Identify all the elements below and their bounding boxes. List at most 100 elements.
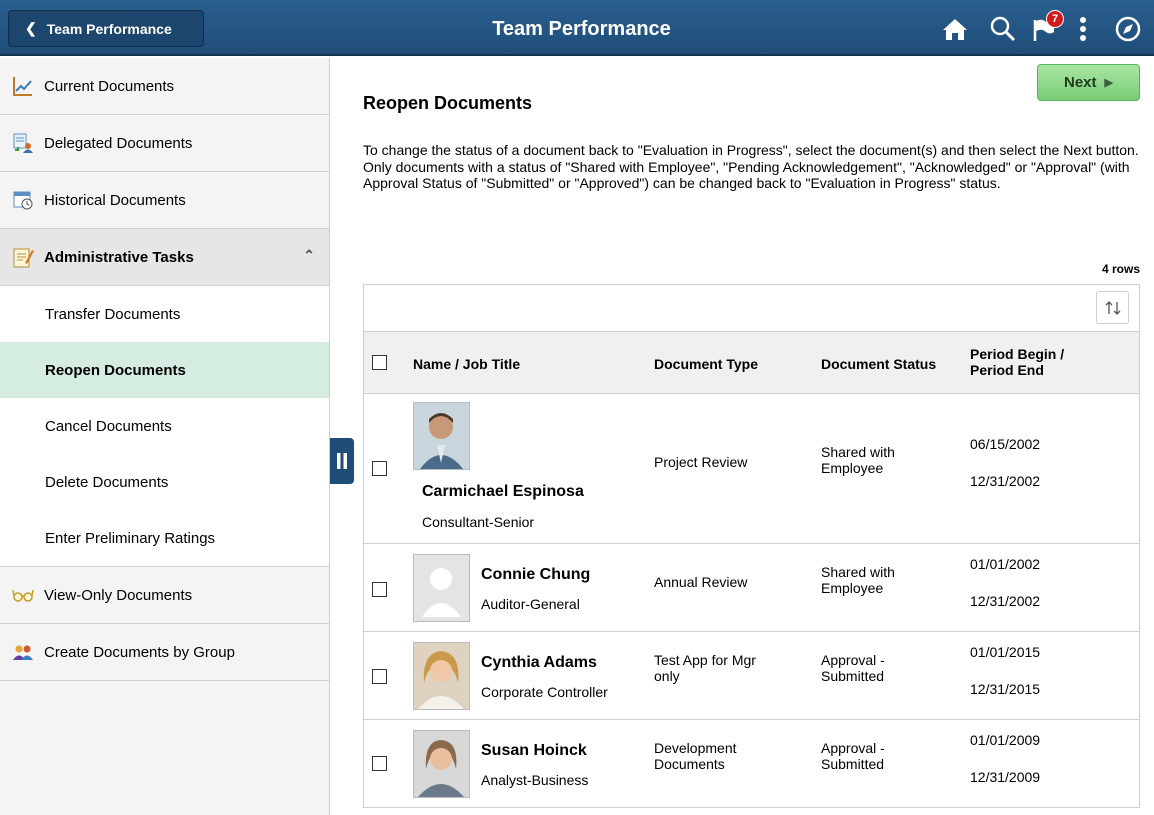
nav-delegated-documents[interactable]: Delegated Documents (0, 115, 329, 172)
sort-arrows-icon (1105, 300, 1120, 315)
search-icon[interactable] (988, 14, 1018, 44)
row-checkbox[interactable] (372, 461, 387, 476)
row-checkbox[interactable] (372, 669, 387, 684)
delegate-icon (12, 132, 34, 154)
document-status: Approval - Submitted (821, 740, 885, 772)
table-row[interactable]: Cynthia Adams Corporate Controller Test … (364, 632, 1139, 720)
employee-name: Connie Chung (481, 566, 591, 583)
period-begin: 01/01/2009 (970, 732, 1041, 748)
employee-name: Carmichael Espinosa (422, 483, 584, 500)
chart-line-icon (12, 75, 34, 97)
chevron-left-icon: ❮ (25, 20, 37, 36)
period-begin: 01/01/2002 (970, 556, 1041, 572)
document-type: Test App for Mgr only (654, 652, 756, 684)
period-end: 12/31/2009 (970, 769, 1041, 785)
status-line-1: Shared with (821, 564, 895, 580)
group-icon (12, 641, 34, 663)
page-title: Reopen Documents (363, 93, 533, 113)
status-line-2: Submitted (821, 756, 885, 772)
document-status: Shared with Employee (821, 564, 895, 596)
column-header-name[interactable]: Name / Job Title (413, 356, 520, 372)
left-navigation-panel: Current Documents Delegated Documents Hi… (0, 58, 330, 815)
actions-menu-icon[interactable] (1068, 14, 1098, 44)
nav-reopen-documents[interactable]: Reopen Documents (0, 342, 329, 398)
column-header-period[interactable]: Period Begin / Period End (970, 346, 1064, 378)
type-line-2: Documents (654, 756, 725, 772)
collapse-panel-handle[interactable] (330, 438, 354, 484)
calendar-clock-icon (12, 189, 34, 211)
document-status: Approval - Submitted (821, 652, 885, 684)
notifications-flag-icon[interactable]: 7 (1030, 10, 1064, 44)
status-line-1: Approval - (821, 652, 885, 668)
documents-grid: Name / Job Title Document Type Document … (363, 284, 1140, 808)
nav-cancel-documents[interactable]: Cancel Documents (0, 398, 329, 454)
job-title: Corporate Controller (481, 684, 608, 700)
grid-toolbar (364, 285, 1139, 332)
column-header-status[interactable]: Document Status (821, 356, 936, 372)
instructions-line-2: Only documents with a status of "Shared … (363, 158, 1130, 192)
employee-photo-placeholder (413, 554, 470, 622)
nav-create-documents-by-group[interactable]: Create Documents by Group (0, 624, 329, 681)
caret-right-icon: ▶ (1104, 77, 1113, 89)
table-row[interactable]: Carmichael Espinosa Consultant-Senior Pr… (364, 394, 1139, 544)
employee-photo (413, 642, 470, 710)
page-header-title: Team Performance (492, 18, 671, 40)
instructions-line-1: To change the status of a document back … (363, 142, 1139, 158)
document-type: Project Review (654, 454, 748, 470)
status-line-1: Shared with (821, 444, 895, 460)
nav-group-label: Administrative Tasks (44, 248, 194, 266)
period-header-line-2: Period End (970, 362, 1044, 378)
nav-label: Historical Documents (44, 191, 186, 209)
top-banner: ❮ Team Performance Team Performance 7 (0, 0, 1154, 56)
employee-photo (413, 730, 470, 798)
job-title: Auditor-General (481, 596, 580, 612)
type-line-2: only (654, 668, 680, 684)
nav-label: View-Only Documents (44, 586, 193, 604)
notifications-badge: 7 (1046, 10, 1064, 28)
select-all-checkbox[interactable] (372, 355, 387, 370)
document-status: Shared with Employee (821, 444, 895, 476)
pause-bars-icon (337, 453, 347, 469)
notepad-icon (12, 246, 34, 268)
table-row[interactable]: Susan Hoinck Analyst-Business Developmen… (364, 720, 1139, 806)
employee-photo (413, 402, 470, 470)
nav-administrative-tasks[interactable]: Administrative Tasks ⌃ (0, 229, 329, 286)
home-icon[interactable] (940, 14, 970, 44)
admin-task-list: Transfer Documents Reopen Documents Canc… (0, 286, 329, 567)
table-row[interactable]: Connie Chung Auditor-General Annual Revi… (364, 544, 1139, 632)
row-count: 4 rows (1101, 262, 1140, 276)
back-button-label: Team Performance (46, 20, 172, 37)
chevron-up-icon: ⌃ (303, 247, 315, 263)
type-line-1: Test App for Mgr (654, 652, 756, 668)
type-line-1: Development (654, 740, 737, 756)
next-button[interactable]: Next ▶ (1037, 64, 1140, 101)
period-end: 12/31/2002 (970, 593, 1041, 609)
navbar-compass-icon[interactable] (1113, 14, 1143, 44)
instructions-text: To change the status of a document back … (363, 142, 1143, 192)
sort-button[interactable] (1096, 291, 1129, 324)
period-header-line-1: Period Begin / (970, 346, 1065, 362)
period-begin: 01/01/2015 (970, 644, 1041, 660)
row-checkbox[interactable] (372, 756, 387, 771)
nav-view-only-documents[interactable]: View-Only Documents (0, 567, 329, 624)
column-header-type[interactable]: Document Type (654, 356, 758, 372)
nav-enter-preliminary-ratings[interactable]: Enter Preliminary Ratings (0, 510, 329, 566)
nav-label: Current Documents (44, 77, 175, 95)
job-title: Analyst-Business (481, 772, 589, 788)
status-line-1: Approval - (821, 740, 885, 756)
status-line-2: Submitted (821, 668, 885, 684)
document-type: Annual Review (654, 574, 748, 590)
employee-name: Susan Hoinck (481, 742, 587, 759)
nav-label: Delegated Documents (44, 134, 193, 152)
employee-name: Cynthia Adams (481, 654, 597, 671)
nav-delete-documents[interactable]: Delete Documents (0, 454, 329, 510)
nav-historical-documents[interactable]: Historical Documents (0, 172, 329, 229)
nav-transfer-documents[interactable]: Transfer Documents (0, 286, 329, 342)
back-button[interactable]: ❮ Team Performance (8, 10, 204, 47)
period-end: 12/31/2015 (970, 681, 1041, 697)
nav-current-documents[interactable]: Current Documents (0, 58, 329, 115)
status-line-2: Employee (821, 580, 884, 596)
row-checkbox[interactable] (372, 582, 387, 597)
document-type: Development Documents (654, 740, 737, 772)
period-end: 12/31/2002 (970, 473, 1041, 489)
